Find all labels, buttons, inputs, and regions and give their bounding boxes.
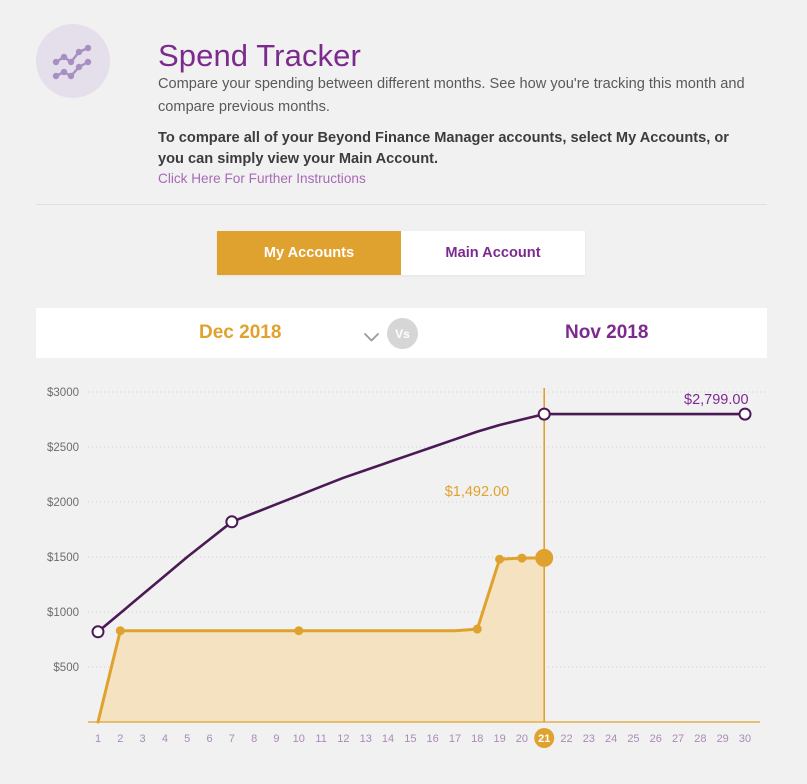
x-axis-tick-label[interactable]: 12 bbox=[337, 733, 349, 745]
orange-highlight-marker[interactable] bbox=[535, 548, 554, 567]
x-axis-tick-label[interactable]: 30 bbox=[739, 733, 751, 745]
further-instructions-link[interactable]: Click Here For Further Instructions bbox=[158, 171, 366, 186]
tab-main-account[interactable]: Main Account bbox=[401, 231, 585, 275]
purple-data-marker bbox=[738, 407, 752, 421]
x-axis-tick-label[interactable]: 3 bbox=[140, 733, 146, 745]
x-axis-tick-label[interactable]: 28 bbox=[694, 733, 706, 745]
x-axis-tick-label[interactable]: 13 bbox=[360, 733, 372, 745]
x-axis-tick-label[interactable]: 25 bbox=[627, 733, 639, 745]
x-axis-tick-label[interactable]: 24 bbox=[605, 733, 617, 745]
y-axis-tick-label: $1500 bbox=[47, 552, 79, 564]
x-axis-tick-label[interactable]: 19 bbox=[493, 733, 505, 745]
x-axis-tick-label[interactable]: 7 bbox=[229, 733, 235, 745]
orange-data-marker bbox=[294, 626, 304, 636]
orange-data-marker bbox=[495, 554, 505, 564]
purple-data-marker bbox=[537, 407, 551, 421]
line-chart-icon bbox=[36, 24, 110, 98]
y-axis-tick-label: $500 bbox=[53, 662, 79, 674]
chart-x-axis-labels: 1 2 3 4 5 6 7 8 9 10 11 12 13 14 15 16 17 18 19 20 21 22 23 24 2… bbox=[95, 728, 751, 748]
x-axis-tick-label[interactable]: 27 bbox=[672, 733, 684, 745]
x-axis-tick-label[interactable]: 16 bbox=[427, 733, 439, 745]
purple-data-marker bbox=[91, 625, 105, 639]
x-axis-tick-label[interactable]: 14 bbox=[382, 733, 394, 745]
x-axis-tick-label[interactable]: 6 bbox=[206, 733, 212, 745]
orange-data-marker bbox=[517, 553, 527, 563]
x-axis-tick-label[interactable]: 11 bbox=[315, 733, 326, 745]
vs-badge: Vs bbox=[387, 318, 418, 349]
orange-data-marker bbox=[115, 626, 125, 636]
chart-area-fill bbox=[98, 557, 545, 722]
purple-value-label: $2,799.00 bbox=[684, 392, 749, 408]
x-axis-tick-label[interactable]: 15 bbox=[404, 733, 416, 745]
x-axis-tick-label[interactable]: 2 bbox=[117, 733, 123, 745]
chart-value-labels: $2,799.00 $1,492.00 bbox=[445, 392, 749, 500]
y-axis-tick-label: $2500 bbox=[47, 442, 79, 454]
x-axis-tick-label[interactable]: 10 bbox=[293, 733, 305, 745]
page-title: Spend Tracker bbox=[158, 37, 361, 73]
x-axis-tick-label[interactable]: 17 bbox=[449, 733, 461, 745]
account-scope-tabs: My Accounts Main Account bbox=[217, 231, 585, 275]
month-select-right-value: Nov 2018 bbox=[565, 322, 649, 343]
x-axis-tick-label[interactable]: 20 bbox=[516, 733, 528, 745]
x-axis-tick-label-active[interactable]: 21 bbox=[538, 733, 550, 745]
chart-y-axis-labels: $500 $1000 $1500 $2000 $2500 $3000 bbox=[47, 387, 79, 674]
month-select-left[interactable]: Dec 2018 bbox=[36, 308, 402, 358]
x-axis-tick-label[interactable]: 23 bbox=[583, 733, 595, 745]
x-axis-tick-label[interactable]: 1 bbox=[95, 733, 101, 745]
orange-series-area bbox=[98, 557, 545, 722]
spend-chart: $500 $1000 $1500 $2000 $2500 $3000 $2,799.00 $… bbox=[0, 372, 807, 784]
purple-data-marker bbox=[225, 515, 239, 529]
header-divider bbox=[36, 204, 767, 205]
purple-series-line bbox=[96, 412, 747, 634]
orange-data-marker bbox=[472, 624, 482, 634]
x-axis-tick-label[interactable]: 22 bbox=[560, 733, 572, 745]
chart-series-markers bbox=[91, 407, 752, 639]
chevron-down-icon bbox=[364, 329, 379, 342]
x-axis-tick-label[interactable]: 29 bbox=[717, 733, 729, 745]
page-bold-note: To compare all of your Beyond Finance Ma… bbox=[158, 129, 729, 167]
x-axis-tick-label[interactable]: 26 bbox=[650, 733, 662, 745]
y-axis-tick-label: $3000 bbox=[47, 387, 79, 399]
x-axis-tick-label[interactable]: 8 bbox=[251, 733, 257, 745]
page-description: Compare your spending between different … bbox=[158, 75, 745, 115]
y-axis-tick-label: $2000 bbox=[47, 497, 79, 509]
x-axis-tick-label[interactable]: 9 bbox=[273, 733, 279, 745]
month-select-left-value: Dec 2018 bbox=[199, 322, 282, 343]
page-header: Spend Tracker Compare your spending betw… bbox=[0, 0, 807, 205]
tab-my-accounts[interactable]: My Accounts bbox=[217, 231, 401, 275]
orange-value-label: $1,492.00 bbox=[445, 484, 510, 500]
x-axis-tick-label[interactable]: 4 bbox=[162, 733, 168, 745]
month-select-right[interactable]: Nov 2018 bbox=[402, 308, 767, 358]
chart-gridlines bbox=[88, 391, 767, 668]
x-axis-tick-label[interactable]: 18 bbox=[471, 733, 483, 745]
x-axis-tick-label[interactable]: 5 bbox=[184, 733, 190, 745]
y-axis-tick-label: $1000 bbox=[47, 607, 79, 619]
